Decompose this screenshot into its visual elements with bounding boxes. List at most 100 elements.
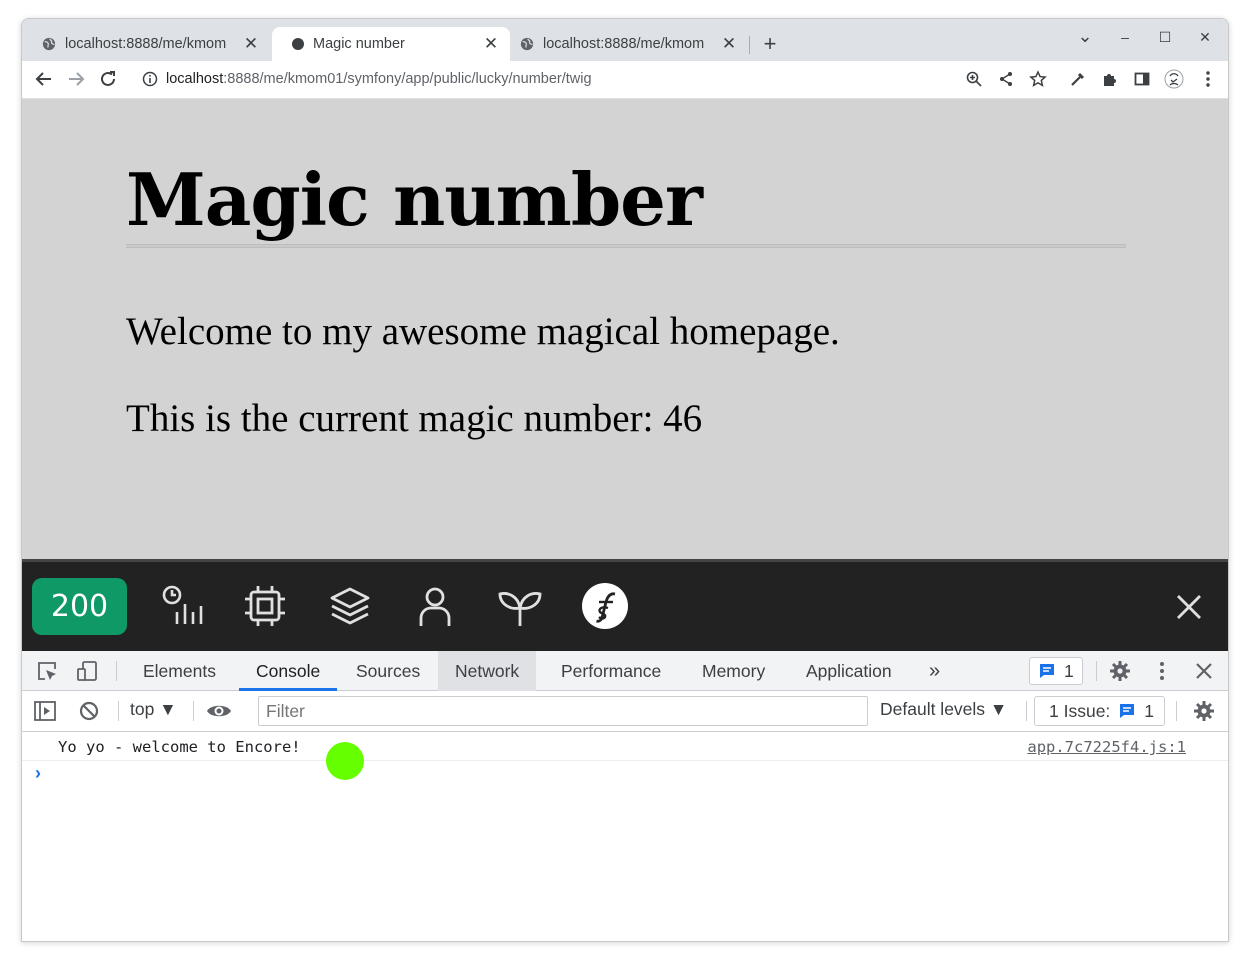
tab-magic-number[interactable]: Magic number ✕ <box>272 27 510 61</box>
inspect-cursor-icon <box>38 662 56 680</box>
sf-toolbar-close-icon[interactable] <box>1170 588 1208 626</box>
tab-separator <box>749 36 750 54</box>
cpu-chip-icon <box>245 586 285 626</box>
tab-close-icon[interactable]: ✕ <box>720 34 738 54</box>
console-filter-bar: top ▼ Default levels ▼ 1 Issue: 1 <box>22 691 1228 732</box>
side-panel-icon <box>1134 72 1150 86</box>
sf-security-panel[interactable] <box>411 582 459 630</box>
profile-button[interactable] <box>1164 69 1184 89</box>
console-settings-button[interactable] <box>1191 698 1217 724</box>
log-levels-dropdown[interactable]: Default levels ▼ <box>880 699 1007 720</box>
maximize-button[interactable]: ☐ <box>1154 29 1176 46</box>
tab-performance[interactable]: Performance <box>544 651 678 691</box>
devtools-settings-button[interactable] <box>1107 658 1133 684</box>
gear-icon <box>1194 701 1214 721</box>
page-favicon-icon <box>292 38 304 50</box>
extensions-button[interactable] <box>1100 69 1120 89</box>
new-tab-button[interactable]: + <box>758 31 782 57</box>
sf-memory-panel[interactable] <box>241 582 289 630</box>
live-expression-button[interactable] <box>206 698 232 724</box>
zoom-icon <box>966 71 982 87</box>
info-icon[interactable] <box>142 71 158 87</box>
close-window-button[interactable]: ✕ <box>1194 29 1216 46</box>
console-filter-input[interactable] <box>258 696 868 726</box>
url-text[interactable]: localhost:8888/me/kmom01/symfony/app/pub… <box>166 71 592 87</box>
messages-badge[interactable]: 1 <box>1029 657 1083 685</box>
share-button[interactable] <box>996 69 1016 89</box>
toolbar-separator <box>1026 701 1027 721</box>
tab-memory[interactable]: Memory <box>685 651 782 691</box>
tab-localhost-1[interactable]: localhost:8888/me/kmom ✕ <box>22 27 270 61</box>
sprout-icon <box>498 592 542 626</box>
sf-twig-panel[interactable] <box>326 582 374 630</box>
globe-icon <box>520 37 534 51</box>
forward-button[interactable] <box>64 67 88 91</box>
share-icon <box>1000 72 1012 86</box>
side-panel-button[interactable] <box>1132 69 1152 89</box>
kebab-menu-icon <box>1160 662 1164 680</box>
url-path: :8888/me/kmom01/symfony/app/public/lucky… <box>223 71 592 87</box>
issues-badge[interactable]: 1 Issue: 1 <box>1034 696 1166 726</box>
globe-icon <box>42 37 56 51</box>
messages-count: 1 <box>1064 660 1074 681</box>
context-selector[interactable]: top ▼ <box>130 699 177 720</box>
clear-console-button[interactable] <box>76 698 102 724</box>
tab-console[interactable]: Console <box>239 651 338 691</box>
tab-close-icon[interactable]: ✕ <box>482 34 500 54</box>
more-tabs-button[interactable]: » <box>912 651 957 691</box>
stopwatch-chart-icon <box>162 585 203 624</box>
welcome-text: Welcome to my awesome magical homepage. <box>126 310 840 353</box>
status-code-badge[interactable]: 200 <box>32 578 127 635</box>
bookmark-button[interactable] <box>1028 69 1048 89</box>
zoom-button[interactable] <box>964 69 984 89</box>
tab-strip: localhost:8888/me/kmom ✕ Magic number ✕ … <box>22 19 1228 61</box>
tab-application[interactable]: Application <box>789 651 909 691</box>
console-source-link[interactable]: app.7c7225f4.js:1 <box>1027 738 1186 756</box>
devtools-tab-bar: Elements Console Sources Network Perform… <box>22 651 1228 691</box>
heading-rule <box>126 244 1126 248</box>
console-message-text: Yo yo - welcome to Encore! <box>58 738 301 756</box>
show-sidebar-button[interactable] <box>32 698 58 724</box>
tab-elements[interactable]: Elements <box>126 651 233 691</box>
device-toolbar-button[interactable] <box>74 658 100 684</box>
toolbar-separator <box>118 701 119 721</box>
symfony-debug-toolbar: 200 <box>22 559 1228 651</box>
tab-title: localhost:8888/me/kmom <box>543 36 705 52</box>
gear-icon <box>1110 661 1130 681</box>
console-message: Yo yo - welcome to Encore! app.7c7225f4.… <box>22 733 1228 761</box>
tab-localhost-2[interactable]: localhost:8888/me/kmom ✕ <box>500 27 748 61</box>
arrow-left-icon <box>35 72 51 86</box>
inspect-element-button[interactable] <box>34 658 60 684</box>
eyedropper-extension-button[interactable] <box>1068 69 1088 89</box>
back-button[interactable] <box>32 67 56 91</box>
mouse-cursor-indicator <box>326 742 364 780</box>
tab-sources[interactable]: Sources <box>339 651 437 691</box>
device-icon <box>77 661 97 681</box>
tab-network[interactable]: Network <box>438 651 537 691</box>
toolbar-separator <box>193 701 194 721</box>
sf-timeline-panel[interactable] <box>159 582 207 630</box>
reload-button[interactable] <box>96 67 120 91</box>
browser-menu-button[interactable] <box>1198 69 1218 89</box>
block-icon <box>79 701 99 721</box>
devtools-close-button[interactable] <box>1191 658 1217 684</box>
minimize-button[interactable]: – <box>1114 29 1136 45</box>
tab-close-icon[interactable]: ✕ <box>242 34 260 54</box>
sf-config-panel[interactable] <box>496 582 544 630</box>
close-icon <box>1196 663 1212 679</box>
page-viewport: Magic number Welcome to my awesome magic… <box>22 99 1228 559</box>
message-icon <box>1120 704 1135 718</box>
browser-toolbar: localhost:8888/me/kmom01/symfony/app/pub… <box>22 61 1228 99</box>
eyedropper-icon <box>1071 72 1085 86</box>
avatar-icon <box>1164 69 1184 89</box>
devtools-panel: Elements Console Sources Network Perform… <box>22 651 1228 941</box>
eye-icon <box>207 705 231 717</box>
devtools-menu-button[interactable] <box>1149 658 1175 684</box>
toolbar-separator <box>1096 661 1097 681</box>
puzzle-icon <box>1104 74 1116 86</box>
tab-search-dropdown-icon[interactable]: ⌄ <box>1074 26 1096 47</box>
page-title: Magic number <box>126 157 703 242</box>
console-prompt[interactable]: › <box>35 763 41 784</box>
magic-number-text: This is the current magic number: 46 <box>126 397 703 440</box>
sf-symfony-panel[interactable] <box>581 582 629 630</box>
